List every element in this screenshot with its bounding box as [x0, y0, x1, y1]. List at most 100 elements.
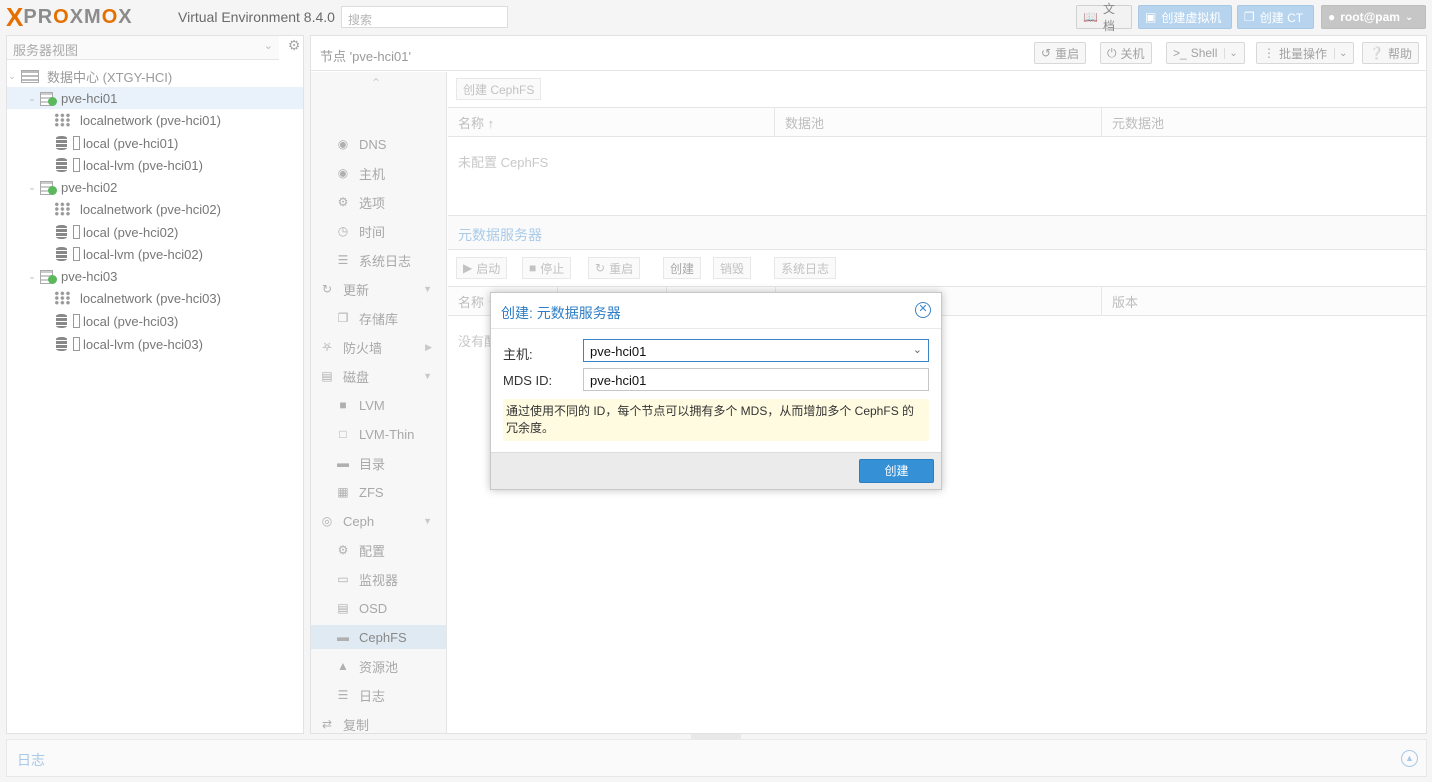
datacenter-label: 数据中心 (XTGY-HCI)	[47, 69, 173, 85]
create-vm-button[interactable]: ▣ 创建虚拟机	[1138, 5, 1232, 29]
logo-x: X	[6, 2, 24, 32]
chevron-down-icon[interactable]: ⌄	[913, 343, 922, 356]
docs-button[interactable]: 📖 文档	[1076, 2, 1132, 33]
doc-icon	[73, 247, 80, 261]
server-icon	[39, 91, 57, 106]
tree-storage[interactable]: local (pve-hci02)	[7, 221, 303, 243]
tree-node-pve-hci02[interactable]: ⌄ pve-hci02	[7, 176, 303, 198]
nav-label: 更新	[343, 282, 370, 298]
nav-dns[interactable]: ◉ DNS	[311, 132, 446, 156]
nav-ceph-osd[interactable]: ▤ OSD	[311, 596, 446, 620]
nav-syslog[interactable]: ☰ 系统日志	[311, 248, 446, 272]
dialog-title: 创建: 元数据服务器	[491, 293, 941, 329]
view-select[interactable]: 服务器视图 ⌄	[7, 36, 279, 60]
gear-icon: ⚙	[337, 195, 349, 209]
shell-label: Shell	[1190, 46, 1218, 60]
column-header-data-pool[interactable]: 数据池	[774, 107, 1101, 137]
copy-icon: ❐	[337, 311, 349, 325]
proxmox-logo[interactable]: X PROXMOX	[6, 4, 133, 30]
search-input[interactable]: 搜索	[341, 6, 508, 28]
tree-storage[interactable]: local (pve-hci03)	[7, 310, 303, 332]
column-header-metadata-pool[interactable]: 元数据池	[1101, 107, 1426, 137]
ceph-icon: ◎	[321, 514, 333, 528]
create-ct-button[interactable]: ❒ 创建 CT	[1237, 5, 1314, 29]
collapse-icon[interactable]: ⌄	[27, 93, 37, 104]
nav-repositories[interactable]: ❐ 存储库	[311, 306, 446, 330]
folder-icon: ▬	[337, 630, 349, 644]
help-button[interactable]: ❔ 帮助	[1362, 42, 1419, 64]
shutdown-button[interactable]: ⏻ 关机	[1100, 42, 1152, 64]
mds-syslog-button[interactable]: 系统日志	[774, 257, 837, 279]
nav-ceph-config[interactable]: ⚙ 配置	[311, 538, 446, 562]
chevron-up-icon[interactable]: ▲	[1401, 750, 1418, 767]
node-label: pve-hci01	[61, 90, 118, 106]
mds-stop-label: 停止	[540, 261, 565, 276]
doc-icon	[73, 158, 80, 172]
collapse-icon[interactable]: ⌄	[27, 182, 37, 193]
tree-storage[interactable]: local-lvm (pve-hci03)	[7, 333, 303, 355]
clock-icon: ◷	[337, 224, 349, 238]
cephfs-empty-text: 未配置 CephFS	[458, 155, 549, 170]
chevron-down-icon[interactable]: ⌄	[1224, 47, 1238, 59]
nav-updates[interactable]: ↻ 更新 ▼	[311, 277, 446, 301]
scroll-up-icon[interactable]: ⌃	[371, 76, 381, 90]
refresh-icon: ↻	[595, 261, 606, 275]
storage-label: localnetwork (pve-hci01)	[80, 112, 221, 128]
user-menu-button[interactable]: ● root@pam ⌄	[1321, 5, 1426, 29]
tree-storage[interactable]: local-lvm (pve-hci02)	[7, 243, 303, 265]
nav-time[interactable]: ◷ 时间	[311, 219, 446, 243]
create-button[interactable]: 创建	[859, 459, 934, 483]
mds-stop-button[interactable]: ■ 停止	[522, 257, 572, 279]
reboot-button[interactable]: ↺ 重启	[1034, 42, 1087, 64]
close-icon[interactable]: ✕	[915, 302, 931, 318]
view-select-value: 服务器视图	[13, 43, 79, 58]
nav-disks[interactable]: ▤ 磁盘 ▼	[311, 364, 446, 388]
mds-restart-button[interactable]: ↻ 重启	[588, 257, 641, 279]
refresh-icon: ↻	[321, 282, 333, 296]
globe-icon: ◉	[337, 166, 349, 180]
mds-destroy-button[interactable]: 销毁	[713, 257, 752, 279]
nav-ceph-cephfs[interactable]: ▬ CephFS	[311, 625, 446, 649]
column-header-version[interactable]: 版本	[1101, 286, 1426, 316]
nav-lvm[interactable]: ■ LVM	[311, 393, 446, 417]
chevron-down-icon[interactable]: ⌄	[1334, 47, 1347, 59]
create-cephfs-button[interactable]: 创建 CephFS	[456, 78, 542, 100]
tree-node-pve-hci01[interactable]: ⌄ pve-hci01	[7, 87, 303, 109]
nav-options[interactable]: ⚙ 选项	[311, 190, 446, 214]
tree-storage[interactable]: localnetwork (pve-hci03)	[7, 287, 303, 309]
shield-icon: ⛧	[322, 339, 332, 354]
nav-firewall[interactable]: ⛧ 防火墙 ▶	[311, 335, 446, 359]
chevron-right-icon: ▶	[425, 341, 432, 352]
nav-zfs[interactable]: ▦ ZFS	[311, 480, 446, 504]
collapse-icon[interactable]: ⌄	[27, 271, 37, 282]
tree-storage[interactable]: localnetwork (pve-hci01)	[7, 109, 303, 131]
storage-icon	[56, 246, 71, 262]
nav-directory[interactable]: ▬ 目录	[311, 451, 446, 475]
tree-storage[interactable]: local (pve-hci01)	[7, 132, 303, 154]
gear-icon[interactable]: ⚙	[285, 37, 303, 57]
tree-datacenter[interactable]: ⌄ 数据中心 (XTGY-HCI)	[7, 65, 303, 87]
tree-storage[interactable]: localnetwork (pve-hci02)	[7, 198, 303, 220]
tree-node-pve-hci03[interactable]: ⌄ pve-hci03	[7, 265, 303, 287]
shell-button[interactable]: >_ Shell ⌄	[1166, 42, 1245, 64]
mds-create-button[interactable]: 创建	[663, 257, 702, 279]
nav-hosts[interactable]: ◉ 主机	[311, 161, 446, 185]
dialog-footer: 创建	[491, 452, 941, 489]
logo-wordmark: PROXMOX	[23, 6, 133, 28]
storage-icon	[56, 224, 71, 240]
collapse-icon[interactable]: ⌄	[7, 71, 17, 82]
nav-lvm-thin[interactable]: □ LVM-Thin	[311, 422, 446, 446]
nav-label: 时间	[359, 224, 386, 240]
nav-ceph-pools[interactable]: ▲ 资源池	[311, 654, 446, 678]
nav-ceph[interactable]: ◎ Ceph ▼	[311, 509, 446, 533]
bulk-actions-button[interactable]: ⋮ 批量操作 ⌄	[1256, 42, 1355, 64]
nav-label: ZFS	[359, 484, 384, 500]
column-header-name[interactable]: 名称 ↑	[448, 107, 774, 137]
host-select[interactable]: pve-hci01 ⌄	[583, 339, 929, 362]
nav-replication[interactable]: ⇄ 复制	[311, 712, 446, 736]
mds-start-button[interactable]: ▶ 启动	[456, 257, 508, 279]
nav-ceph-log[interactable]: ☰ 日志	[311, 683, 446, 707]
nav-ceph-monitor[interactable]: ▭ 监视器	[311, 567, 446, 591]
tree-storage[interactable]: local-lvm (pve-hci01)	[7, 154, 303, 176]
mds-id-field[interactable]: pve-hci01	[583, 368, 929, 391]
